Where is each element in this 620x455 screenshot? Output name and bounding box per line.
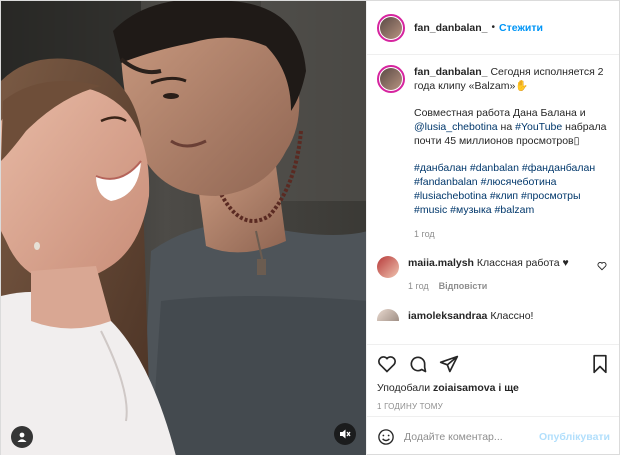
caption-avatar[interactable]	[377, 65, 405, 93]
caption-paragraph: Совместная работа Дана Балана и @lusia_c…	[414, 106, 609, 148]
post-timestamp[interactable]: 1 годину тому	[367, 398, 619, 416]
likes-user[interactable]: zoiaisamova	[433, 382, 495, 394]
user-tag-icon	[17, 432, 27, 442]
instagram-post: fan_danbalan_ • Стежити fan_danbalan_ Се…	[0, 0, 620, 455]
caption-username[interactable]: fan_danbalan_	[414, 66, 488, 78]
caption-hashtags[interactable]: #данбалан #danbalan #фанданбалан #fandan…	[414, 161, 609, 217]
likes-summary: Уподобали zoiaisamova і ще	[367, 382, 619, 398]
heart-icon	[597, 262, 607, 271]
share-button[interactable]	[439, 354, 459, 374]
comments-section: fan_danbalan_ Сегодня исполняется 2 года…	[367, 55, 619, 344]
post-video[interactable]	[1, 1, 366, 455]
add-comment-bar: Опублікувати	[367, 416, 619, 455]
comment-input[interactable]	[404, 430, 539, 443]
post-actions	[367, 344, 619, 382]
follow-button[interactable]: Стежити	[499, 22, 543, 34]
mention-link[interactable]: @lusia_chebotina	[414, 121, 498, 133]
author-avatar[interactable]	[377, 13, 405, 42]
post-header: fan_danbalan_ • Стежити	[367, 1, 619, 55]
like-button[interactable]	[377, 354, 397, 374]
reply-button[interactable]: Відповісти	[439, 281, 488, 291]
caption-time[interactable]: 1 год	[414, 227, 609, 241]
emoji-button[interactable]	[377, 428, 395, 446]
heart-icon	[378, 355, 396, 373]
mute-icon	[340, 429, 351, 439]
comment-item: iamoleksandraa Классно!	[377, 309, 609, 321]
likes-prefix: Уподобали	[377, 382, 433, 394]
publish-button[interactable]: Опублікувати	[539, 431, 610, 443]
comment-text: Классно!	[490, 310, 534, 321]
comment-like-button[interactable]	[597, 261, 607, 274]
comment-item: maiia.malysh Классная работа ♥ 1 год Відп…	[377, 256, 609, 293]
caption-text: Совместная работа Дана Балана и	[414, 107, 586, 119]
comment-button[interactable]	[408, 354, 428, 374]
commenter-avatar[interactable]	[377, 309, 399, 321]
video-frame	[1, 1, 366, 455]
mute-button[interactable]	[334, 423, 356, 445]
post-caption: fan_danbalan_ Сегодня исполняется 2 года…	[377, 65, 609, 241]
likes-suffix[interactable]: і ще	[495, 382, 519, 394]
post-sidebar: fan_danbalan_ • Стежити fan_danbalan_ Се…	[366, 1, 619, 455]
emoji-icon	[378, 428, 394, 445]
comment-icon	[410, 355, 427, 372]
separator-dot: •	[491, 22, 496, 33]
bookmark-icon	[593, 354, 607, 373]
share-icon	[439, 355, 459, 372]
commenter-username[interactable]: iamoleksandraa	[408, 310, 487, 321]
tagged-users-button[interactable]	[11, 426, 33, 448]
caption-text: на	[497, 121, 516, 133]
comment-text: Классная работа ♥	[476, 257, 569, 269]
commenter-avatar[interactable]	[377, 256, 399, 278]
hashtag-link[interactable]: #YouTube	[515, 121, 562, 133]
save-button[interactable]	[591, 354, 609, 374]
author-username[interactable]: fan_danbalan_	[414, 22, 488, 34]
commenter-username[interactable]: maiia.malysh	[408, 257, 474, 269]
comment-time[interactable]: 1 год	[408, 281, 429, 291]
